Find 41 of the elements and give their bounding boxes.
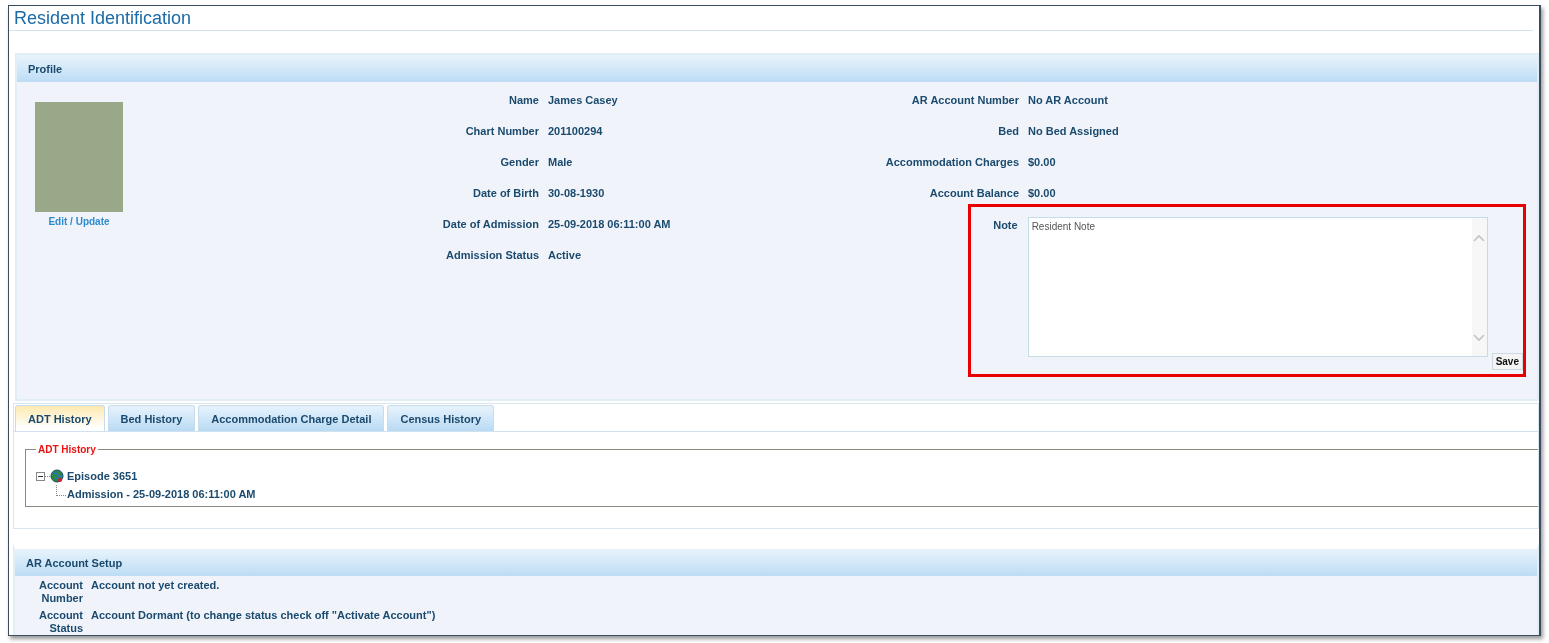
page-title: Resident Identification: [9, 6, 1533, 31]
field-label: Accommodation Charges: [884, 155, 1019, 168]
field-value: Active: [548, 248, 583, 261]
field-value: 201100294: [548, 124, 604, 137]
note-field[interactable]: Resident Note: [1027, 217, 1488, 357]
panel-title: Profile: [28, 62, 63, 75]
chevron-down-icon[interactable]: [1473, 334, 1486, 342]
panel-title: AR Account Setup: [26, 556, 123, 569]
field-label: Account Status: [38, 609, 83, 635]
field-label: Bed: [997, 124, 1019, 137]
tab[interactable]: Census History: [387, 405, 495, 431]
field-value: James Casey: [548, 93, 619, 106]
collapse-icon[interactable]: [36, 471, 45, 481]
field-label: Gender: [499, 155, 539, 168]
save-button[interactable]: Save: [1491, 353, 1523, 370]
field-label: Date of Birth: [472, 186, 539, 199]
tree-item[interactable]: Admission - 25-09-2018 06:11:00 AM: [67, 488, 256, 500]
field-value: Account not yet created.: [91, 579, 220, 592]
field-value: No AR Account: [1028, 93, 1109, 106]
field-label: Name: [508, 93, 539, 106]
tab[interactable]: Accommodation Charge Detail: [198, 405, 385, 431]
field-value: 25-09-2018 06:11:00 AM: [548, 217, 672, 230]
field-value: $0.00: [1028, 155, 1057, 168]
field-value: No Bed Assigned: [1028, 124, 1120, 137]
group-legend: ADT History: [36, 444, 98, 455]
field-label: Account Balance: [928, 186, 1019, 199]
field-label: Account Number: [38, 579, 83, 605]
field-value: Account Dormant (to change status check off "Activate Account"): [91, 609, 436, 622]
chevron-up-icon[interactable]: [1473, 234, 1486, 242]
field-value: $0.00: [1028, 186, 1057, 199]
globe-icon: [50, 469, 64, 483]
field-label: Date of Admission: [441, 217, 539, 230]
field-label: Admission Status: [445, 248, 539, 261]
field-label: Chart Number: [464, 124, 539, 137]
field-value: Male: [548, 155, 574, 168]
note-label: Note: [992, 219, 1018, 231]
field-label: AR Account Number: [910, 93, 1019, 106]
tree-item[interactable]: Episode 3651: [67, 470, 138, 482]
tab[interactable]: Bed History: [107, 405, 196, 431]
tab[interactable]: ADT History: [15, 405, 105, 431]
field-value: 30-08-1930: [548, 186, 606, 199]
